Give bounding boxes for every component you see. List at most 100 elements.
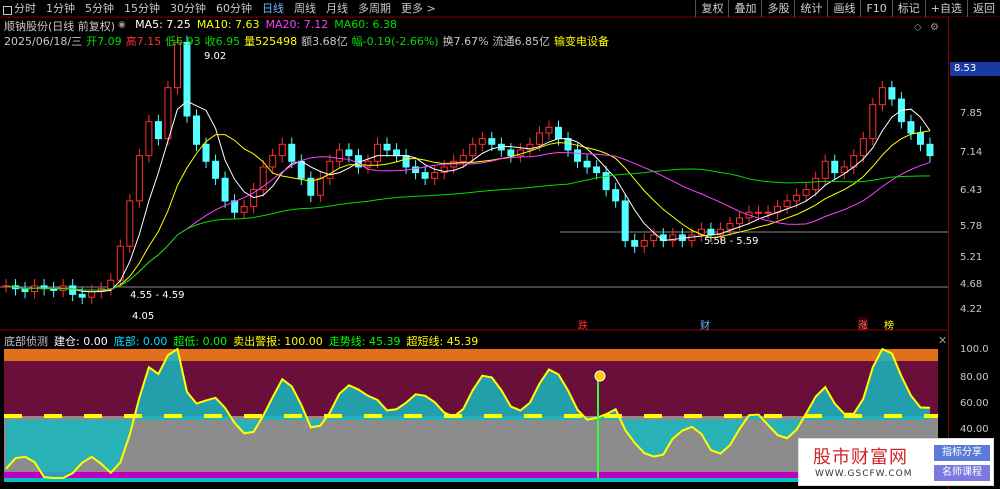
price-axis-label: 7.85	[960, 108, 983, 119]
tool-button-4[interactable]: 画线	[827, 0, 860, 17]
low-label: 低	[165, 35, 177, 48]
candle-body	[431, 172, 439, 179]
stock-title: 顺钠股份(日线 前复权)	[4, 20, 116, 33]
candle-body	[393, 149, 401, 157]
price-axis-label: 4.22	[960, 304, 983, 315]
indicator-item-4: 走势线: 45.39	[328, 335, 401, 348]
sell-zone-band	[4, 349, 938, 361]
candle-body	[574, 149, 582, 162]
tab-1[interactable]: 1分钟	[41, 1, 80, 17]
period-toolbar: 分时 1分钟 5分钟 15分钟 30分钟 60分钟 日线 周线 月线 多周期 更多 > 复权 叠加 多股…	[0, 0, 1000, 17]
candle-body	[164, 87, 172, 140]
tab-3[interactable]: 15分钟	[119, 1, 165, 17]
candle-body	[31, 285, 39, 293]
candle-body	[364, 160, 372, 168]
indicator-item-5: 超短线: 45.39	[406, 335, 479, 348]
tool-button-0[interactable]: 复权	[695, 0, 728, 17]
tab-5[interactable]: 60分钟	[211, 1, 257, 17]
candle-body	[69, 285, 77, 295]
candle-body	[173, 41, 181, 89]
gear-icon[interactable]: ⚙	[930, 22, 939, 33]
candle-body	[564, 138, 572, 151]
candle-body	[469, 143, 477, 157]
candle-body	[793, 194, 801, 202]
change-value: -0.19(-2.66%)	[362, 35, 439, 48]
candle-body	[383, 143, 391, 151]
close-icon[interactable]: ✕	[938, 334, 947, 347]
price-axis-label: 6.43	[960, 185, 983, 196]
tab-6[interactable]: 日线	[257, 1, 289, 17]
tab-4[interactable]: 30分钟	[165, 1, 211, 17]
candle-body	[459, 155, 467, 162]
bottom-signal-marker	[594, 370, 606, 382]
volume-label: 量	[244, 35, 256, 48]
tab-2[interactable]: 5分钟	[80, 1, 119, 17]
candle-body	[764, 211, 772, 214]
tool-button-8[interactable]: 返回	[967, 0, 1000, 17]
candle-body	[88, 291, 96, 298]
volume-value: 525498	[255, 35, 298, 48]
candle-body	[831, 160, 839, 174]
candle-body	[116, 245, 124, 281]
ma60-value: MA60: 6.38	[334, 18, 397, 31]
tab-8[interactable]: 月线	[321, 1, 353, 17]
candle-body	[907, 121, 915, 134]
low-range-mark: 4.55 - 4.59	[130, 290, 185, 301]
amount-value: 3.68亿	[312, 35, 348, 48]
candle-body	[488, 138, 496, 145]
float-label: 流通	[492, 35, 515, 48]
indicator-name[interactable]: 底部侦测	[4, 333, 48, 348]
candle-body	[345, 149, 353, 157]
tool-button-1[interactable]: 叠加	[728, 0, 761, 17]
tab-9[interactable]: 多周期	[353, 1, 396, 17]
price-axis-label: 5.78	[960, 221, 983, 232]
signal-bang[interactable]: 榜	[884, 317, 894, 332]
watermark-url: WWW.GSCFW.COM	[815, 469, 913, 479]
watermark-title: 股市财富网	[813, 447, 908, 468]
turnover-label: 换	[442, 35, 454, 48]
candle-body	[145, 121, 153, 157]
indicator-item-0: 建仓: 0.00	[54, 335, 108, 348]
tool-button-2[interactable]: 多股	[761, 0, 794, 17]
tool-button-5[interactable]: F10	[860, 0, 891, 17]
sector-label[interactable]: 输变电设备	[554, 33, 609, 48]
range-mark: 5.58 - 5.59	[704, 236, 759, 247]
candle-body	[888, 87, 896, 100]
candle-body	[507, 149, 515, 157]
signal-cai[interactable]: 财	[700, 317, 710, 332]
indicator-item-1: 底部: 0.00	[113, 335, 168, 348]
signal-zhang[interactable]: 涨	[858, 317, 868, 332]
candle-body	[735, 217, 743, 225]
ma5-value: MA5: 7.25	[135, 18, 191, 31]
candle-body	[374, 143, 382, 162]
indicator-item-2: 超低: 0.00	[173, 335, 228, 348]
candle-body	[621, 200, 629, 242]
tool-button-7[interactable]: +自选	[924, 0, 967, 17]
tab-7[interactable]: 周线	[289, 1, 321, 17]
open-value: 7.09	[97, 35, 122, 48]
indicator-axis-label: 40.00	[960, 424, 989, 435]
price-axis-label: 4.68	[960, 279, 983, 290]
period-tabs: 分时 1分钟 5分钟 15分钟 30分钟 60分钟 日线 周线 月线 多周期 更多 >	[0, 1, 441, 17]
candle-body	[802, 189, 810, 196]
moving-average-lines	[5, 100, 931, 293]
candle-body	[288, 143, 296, 162]
diamond-icon[interactable]: ◇	[914, 22, 922, 33]
tab-10[interactable]: 更多 >	[396, 1, 441, 17]
candle-body	[916, 132, 924, 145]
tool-button-3[interactable]: 统计	[794, 0, 827, 17]
candle-body	[726, 223, 734, 230]
candle-body	[269, 155, 277, 168]
open-label: 开	[86, 35, 98, 48]
candle-body	[583, 160, 591, 168]
candle-body	[878, 87, 886, 106]
tab-0[interactable]: 分时	[0, 1, 41, 17]
signal-die[interactable]: 跌	[578, 317, 588, 332]
indicator-info-line: 底部侦测 建仓: 0.00 底部: 0.00 超低: 0.00 卖出警报: 100.0…	[4, 333, 479, 348]
eye-icon[interactable]: ◉	[118, 20, 126, 30]
change-label: 幅	[351, 35, 363, 48]
candle-body	[650, 234, 658, 242]
chart-canvas[interactable]	[0, 0, 1000, 489]
tool-button-6[interactable]: 标记	[891, 0, 925, 17]
float-value: 6.85亿	[514, 35, 551, 48]
